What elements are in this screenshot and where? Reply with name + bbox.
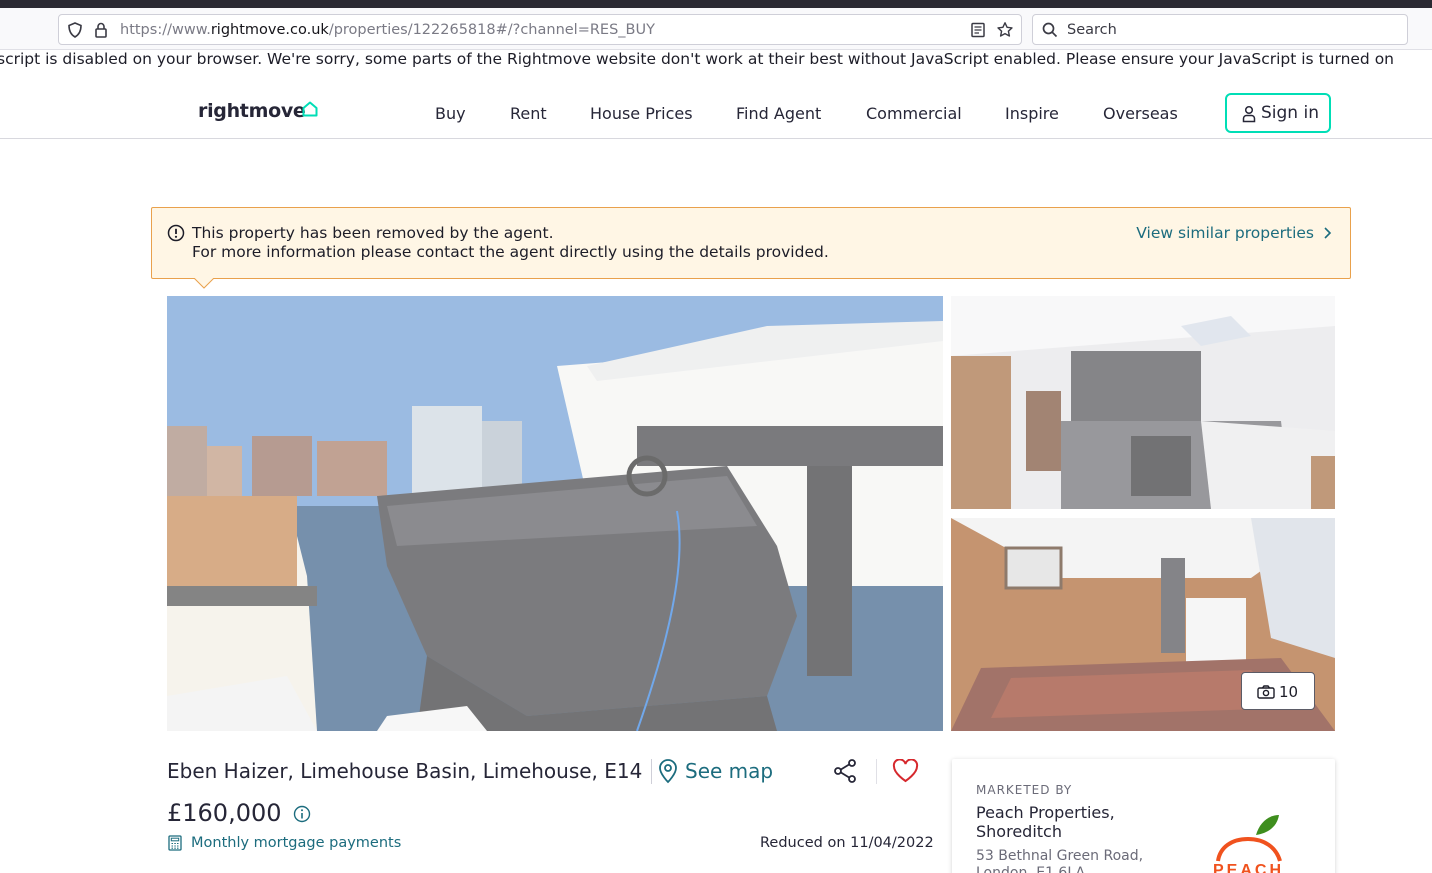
photo-count: 10 (1279, 683, 1299, 701)
nav-rent[interactable]: Rent (510, 104, 547, 123)
search-icon (1042, 22, 1058, 38)
notice-pointer (194, 278, 214, 289)
nav-overseas[interactable]: Overseas (1103, 104, 1178, 123)
search-placeholder: Search (1067, 22, 1117, 38)
sign-in-label: Sign in (1261, 103, 1319, 123)
camera-icon (1257, 685, 1275, 699)
address-divider (651, 759, 652, 784)
info-circle-icon (167, 224, 185, 242)
address-bar[interactable]: https://www.rightmove.co.uk/properties/1… (58, 14, 1022, 45)
share-icon[interactable] (832, 758, 858, 784)
logo-house-icon (302, 101, 318, 117)
window-top-strip (0, 0, 1432, 8)
rightmove-logo[interactable]: rightmove (198, 100, 306, 122)
chevron-right-icon[interactable] (1322, 226, 1332, 240)
price-info-icon[interactable] (293, 805, 311, 823)
agent-name-line-2[interactable]: Shoreditch (976, 822, 1062, 841)
browser-search-box[interactable]: Search (1032, 14, 1408, 45)
main-property-photo[interactable] (167, 296, 943, 731)
agent-address-line-1: 53 Bethnal Green Road, (976, 848, 1144, 864)
javascript-warning: script is disabled on your browser. We'r… (0, 50, 1394, 68)
bookmark-star-icon[interactable] (996, 21, 1014, 39)
nav-inspire[interactable]: Inspire (1005, 104, 1059, 123)
agent-logo[interactable]: PEACH (1210, 809, 1290, 873)
nav-buy[interactable]: Buy (435, 104, 466, 123)
monthly-mortgage-link[interactable]: Monthly mortgage payments (191, 835, 401, 851)
see-map-link[interactable]: See map (685, 759, 773, 783)
removed-property-notice: This property has been removed by the ag… (151, 207, 1351, 279)
url-text[interactable]: https://www.rightmove.co.uk/properties/1… (120, 22, 655, 38)
map-pin-icon[interactable] (657, 758, 679, 784)
photo-count-button[interactable]: 10 (1241, 672, 1315, 710)
property-address: Eben Haizer, Limehouse Basin, Limehouse,… (167, 759, 643, 783)
agent-name-line-1[interactable]: Peach Properties, (976, 803, 1115, 822)
user-icon (1242, 105, 1256, 123)
reader-view-icon[interactable] (969, 21, 987, 39)
nav-commercial[interactable]: Commercial (866, 104, 962, 123)
notice-line-1: This property has been removed by the ag… (192, 224, 554, 242)
heart-save-icon[interactable] (892, 759, 919, 783)
notice-line-2: For more information please contact the … (192, 243, 829, 261)
calculator-icon[interactable] (168, 835, 182, 851)
property-price: £160,000 (167, 799, 282, 827)
marketed-by-label: MARKETED BY (976, 783, 1073, 797)
site-header: rightmove Buy Rent House Prices Find Age… (0, 78, 1432, 139)
nav-find-agent[interactable]: Find Agent (736, 104, 821, 123)
nav-house-prices[interactable]: House Prices (590, 104, 693, 123)
sign-in-button[interactable]: Sign in (1225, 93, 1331, 133)
svg-text:PEACH: PEACH (1213, 862, 1284, 873)
tracking-shield-icon[interactable] (66, 21, 84, 39)
lock-icon[interactable] (92, 21, 110, 39)
browser-toolbar: https://www.rightmove.co.uk/properties/1… (0, 8, 1432, 50)
agent-card: MARKETED BY Peach Properties, Shoreditch… (952, 759, 1335, 873)
view-similar-properties-link[interactable]: View similar properties (1136, 224, 1314, 242)
action-divider (876, 759, 877, 784)
agent-address-line-2: London, E1 6LA (976, 865, 1086, 873)
kitchen-photo[interactable] (951, 296, 1335, 509)
reduced-date: Reduced on 11/04/2022 (760, 835, 934, 851)
